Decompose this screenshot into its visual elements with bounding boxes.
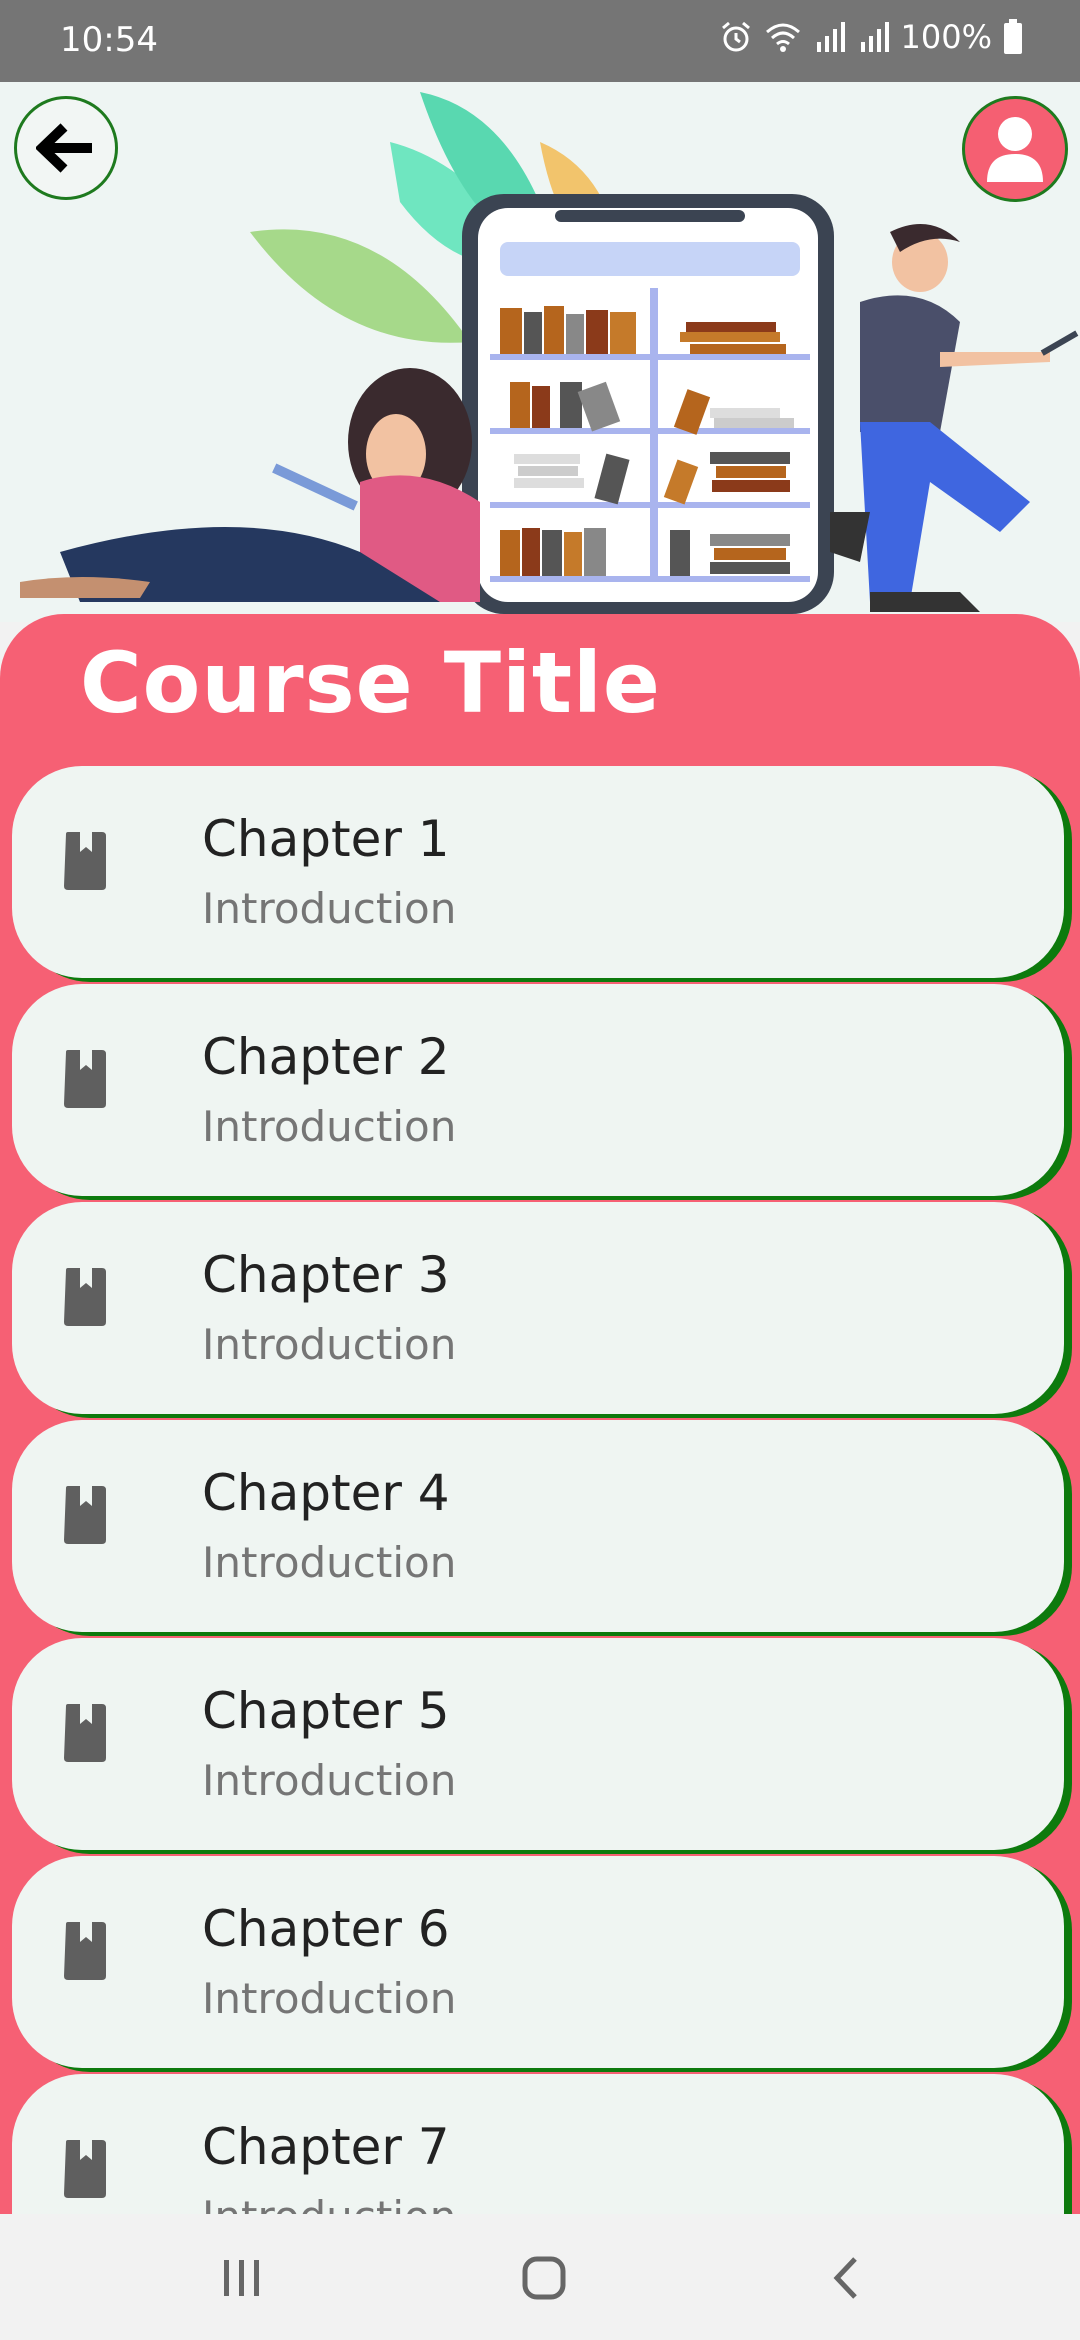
- chapter-name: Chapter 5: [202, 1682, 450, 1740]
- chapter-card[interactable]: Chapter 6 Introduction: [12, 1856, 1064, 2068]
- course-panel: Course Title Chapter 1 Introduction Chap…: [0, 614, 1080, 2214]
- arrow-left-icon: [36, 123, 92, 173]
- chapter-subtitle: Introduction: [202, 884, 457, 933]
- chapter-subtitle: Introduction: [202, 1320, 457, 1369]
- chapter-subtitle: Introduction: [202, 1756, 457, 1805]
- chapter-card[interactable]: Chapter 2 Introduction: [12, 984, 1064, 1196]
- signal-icon: [816, 22, 845, 52]
- bookmark-icon: [64, 1268, 106, 1326]
- chapter-card[interactable]: Chapter 5 Introduction: [12, 1638, 1064, 1850]
- bookmark-icon: [64, 2140, 106, 2198]
- bookmark-icon: [64, 1704, 106, 1762]
- status-bar: 10:54 100%: [0, 0, 1080, 82]
- chapter-name: Chapter 1: [202, 810, 450, 868]
- back-button[interactable]: [14, 96, 118, 200]
- chapter-card[interactable]: Chapter 4 Introduction: [12, 1420, 1064, 1632]
- bookmark-icon: [64, 832, 106, 890]
- chapter-subtitle: Introduction: [202, 1102, 457, 1151]
- chapter-name: Chapter 3: [202, 1246, 450, 1304]
- bookmark-icon: [64, 1922, 106, 1980]
- chapter-subtitle: Introduction: [202, 2192, 456, 2214]
- home-icon: [522, 2256, 566, 2300]
- chapter-name: Chapter 2: [202, 1028, 450, 1086]
- nav-back-button[interactable]: [816, 2248, 876, 2308]
- reading-illustration: [20, 92, 1079, 614]
- header-illustration: [0, 82, 1080, 622]
- back-icon: [833, 2257, 857, 2299]
- signal-icon: [860, 22, 889, 52]
- recent-apps-icon: [224, 2260, 259, 2296]
- profile-button[interactable]: [962, 96, 1068, 202]
- home-button[interactable]: [514, 2248, 574, 2308]
- chapter-name: Chapter 6: [202, 1900, 450, 1958]
- bookmark-icon: [64, 1050, 106, 1108]
- chapter-card[interactable]: Chapter 3 Introduction: [12, 1202, 1064, 1414]
- status-time: 10:54: [60, 20, 158, 60]
- chapter-subtitle: Introduction: [202, 1538, 457, 1587]
- status-icons: 100%: [719, 18, 1024, 56]
- system-nav-bar: [0, 2214, 1080, 2340]
- battery-icon: [1004, 19, 1022, 54]
- course-title: Course Title: [80, 634, 661, 732]
- chapter-name: Chapter 7: [202, 2118, 450, 2176]
- alarm-icon: [721, 21, 750, 52]
- chapter-name: Chapter 4: [202, 1464, 450, 1522]
- chapter-list: Chapter 1 Introduction Chapter 2 Introdu…: [12, 766, 1064, 2214]
- chapter-card[interactable]: Chapter 7 Introduction: [12, 2074, 1064, 2214]
- user-icon: [987, 117, 1043, 182]
- chapter-card[interactable]: Chapter 1 Introduction: [12, 766, 1064, 978]
- chapter-subtitle: Introduction: [202, 1974, 457, 2023]
- bookmark-icon: [64, 1486, 106, 1544]
- battery-percent: 100%: [900, 18, 992, 56]
- recent-apps-button[interactable]: [212, 2248, 272, 2308]
- wifi-icon: [765, 23, 800, 52]
